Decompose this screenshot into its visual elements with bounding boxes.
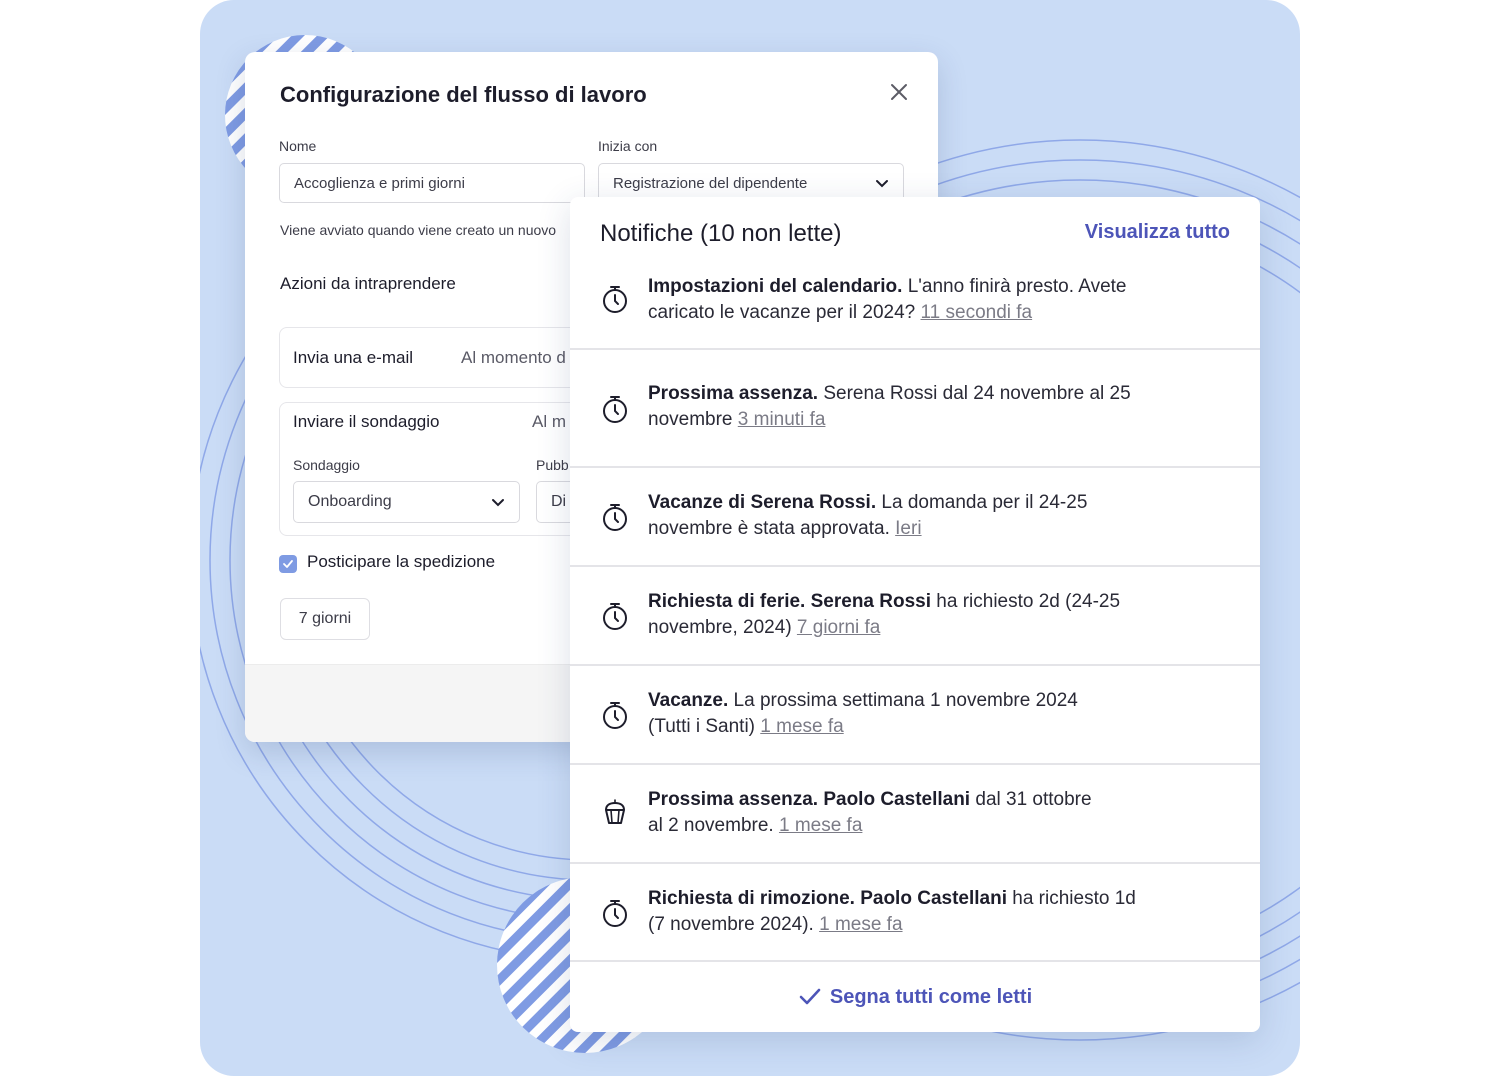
notification-time-link[interactable]: 1 mese fa <box>779 815 862 836</box>
action-email-title: Invia una e-mail <box>293 348 414 367</box>
notification-text: Prossima assenza. Serena Rossi dal 24 no… <box>648 383 1131 430</box>
notification-time-link[interactable]: Ieri <box>895 518 921 539</box>
notification-time-link[interactable]: 3 minuti fa <box>738 409 826 430</box>
starts-with-label: Inizia con <box>598 138 658 154</box>
postpone-label: Posticipare la spedizione <box>307 552 496 571</box>
name-label: Nome <box>279 138 317 154</box>
notification-text: Vacanze. La prossima settimana 1 novembr… <box>648 690 1078 737</box>
postpone-checkbox[interactable] <box>279 555 297 573</box>
stopwatch-icon <box>603 286 627 313</box>
publish-label: Pubb <box>536 457 569 473</box>
action-email-timing: Al momento d <box>461 348 566 367</box>
delay-days-input[interactable]: 7 giorni <box>280 598 370 640</box>
survey-select-value: Onboarding <box>308 493 392 510</box>
notification-text: Prossima assenza. Paolo Castellani dal 3… <box>648 789 1092 836</box>
notification-time-link[interactable]: 1 mese fa <box>819 914 902 935</box>
notification-text: Impostazioni del calendario. L'anno fini… <box>648 276 1127 323</box>
notifications-header: Notifiche (10 non lette) Visualizza tutt… <box>570 197 1260 272</box>
notification-text: Richiesta di ferie. Serena Rossi ha rich… <box>648 591 1121 638</box>
actions-section-title: Azioni da intraprendere <box>280 274 456 293</box>
trigger-helper-text: Viene avviato quando viene creato un nuo… <box>280 222 557 238</box>
notification-item[interactable]: Richiesta di rimozione. Paolo Castellani… <box>570 864 1260 962</box>
checkmark-icon <box>283 560 293 568</box>
action-survey-timing: Al m <box>532 412 566 431</box>
notification-item[interactable]: Prossima assenza. Paolo Castellani dal 3… <box>570 765 1260 864</box>
chevron-down-icon <box>491 495 505 509</box>
view-all-link[interactable]: Visualizza tutto <box>1085 221 1230 244</box>
mark-all-read-label: Segna tutti come letti <box>829 985 1033 1008</box>
action-survey-title: Inviare il sondaggio <box>293 412 440 431</box>
close-icon <box>891 84 907 100</box>
notification-time-link[interactable]: 11 secondi fa <box>921 302 1033 323</box>
notification-text: Richiesta di rimozione. Paolo Castellani… <box>648 888 1136 935</box>
notification-text: Vacanze di Serena Rossi. La domanda per … <box>648 492 1088 539</box>
notification-item[interactable]: Vacanze. La prossima settimana 1 novembr… <box>570 666 1260 765</box>
name-input[interactable]: Accoglienza e primi giorni <box>279 163 585 203</box>
survey-label: Sondaggio <box>293 457 360 473</box>
notification-item[interactable]: Prossima assenza. Serena Rossi dal 24 no… <box>570 350 1260 468</box>
checkmark-icon <box>799 988 821 1005</box>
chevron-down-icon <box>875 176 889 190</box>
stopwatch-icon <box>603 603 627 630</box>
close-button[interactable] <box>885 78 913 106</box>
notifications-panel: Notifiche (10 non lette) Visualizza tutt… <box>570 197 1260 1032</box>
modal-title: Configurazione del flusso di lavoro <box>280 82 647 107</box>
notification-item[interactable]: Impostazioni del calendario. L'anno fini… <box>570 272 1260 350</box>
notification-time-link[interactable]: 1 mese fa <box>760 716 843 737</box>
stopwatch-icon <box>603 396 627 423</box>
notification-item[interactable]: Vacanze di Serena Rossi. La domanda per … <box>570 468 1260 567</box>
name-input-value: Accoglienza e primi giorni <box>294 174 465 192</box>
stopwatch-icon <box>603 702 627 729</box>
notification-item[interactable]: Richiesta di ferie. Serena Rossi ha rich… <box>570 567 1260 666</box>
starts-with-value: Registrazione del dipendente <box>613 174 808 192</box>
notifications-title: Notifiche (10 non lette) <box>600 220 842 247</box>
notification-time-link[interactable]: 7 giorni fa <box>797 617 880 638</box>
mark-all-read-button[interactable]: Segna tutti come letti <box>570 962 1260 1032</box>
cupcake-icon <box>605 799 625 824</box>
stopwatch-icon <box>603 504 627 531</box>
stopwatch-icon <box>603 900 627 927</box>
survey-select[interactable]: Onboarding <box>293 481 520 523</box>
